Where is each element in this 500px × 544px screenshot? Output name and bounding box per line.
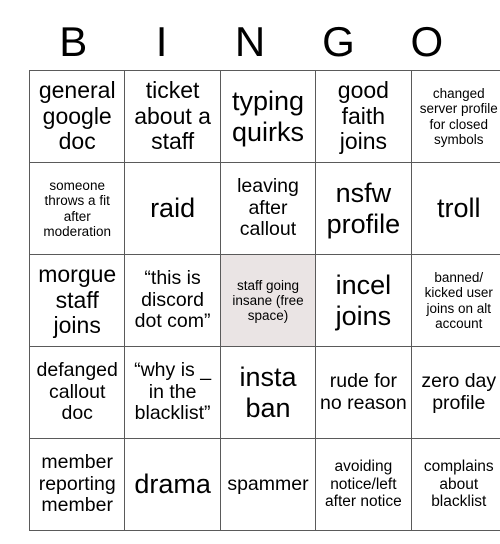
bingo-cell[interactable]: member reporting member — [28, 438, 126, 531]
bingo-cell[interactable]: complains about blacklist — [410, 438, 500, 531]
bingo-row: general google doc ticket about a staff … — [28, 70, 500, 163]
bingo-cell[interactable]: spammer — [219, 438, 317, 531]
bingo-cell-label: changed server profile for closed symbol… — [419, 86, 498, 147]
bingo-cell-label: someone throws a fit after moderation — [43, 178, 111, 239]
bingo-cell-label: staff going insane (free space) — [232, 277, 304, 324]
bingo-cell-label: drama — [134, 469, 211, 500]
bingo-row: morgue staff joins “this is discord dot … — [28, 254, 500, 347]
bingo-cell[interactable]: general google doc — [28, 70, 126, 163]
bingo-cell[interactable]: rude for no reason — [315, 346, 412, 439]
bingo-cell[interactable]: zero day profile — [410, 346, 500, 439]
bingo-cell[interactable]: changed server profile for closed symbol… — [410, 70, 500, 163]
bingo-cell[interactable]: nsfw profile — [315, 162, 412, 255]
bingo-cell-label: insta ban — [239, 362, 297, 423]
bingo-cell[interactable]: banned/ kicked user joins on alt account — [410, 254, 500, 347]
bingo-cell[interactable]: incel joins — [315, 254, 412, 347]
bingo-cell[interactable]: avoiding notice/left after notice — [315, 438, 412, 531]
bingo-cell-label: incel joins — [335, 270, 392, 331]
bingo-cell-label: spammer — [227, 472, 309, 495]
bingo-cell-label: member reporting member — [38, 450, 116, 517]
bingo-grid: general google doc ticket about a staff … — [28, 70, 500, 531]
bingo-cell-label: banned/ kicked user joins on alt account — [424, 270, 493, 331]
bingo-cell-label: rude for no reason — [320, 369, 407, 414]
bingo-cell-label: ticket about a staff — [134, 76, 211, 155]
bingo-cell[interactable]: morgue staff joins — [28, 254, 126, 347]
bingo-cell-label: good faith joins — [337, 76, 389, 155]
header-letter-i: I — [155, 18, 168, 65]
header-letter-o: O — [410, 18, 444, 65]
bingo-cell-label: morgue staff joins — [38, 260, 117, 339]
bingo-cell-label: avoiding notice/left after notice — [325, 458, 402, 511]
bingo-cell[interactable]: good faith joins — [315, 70, 412, 163]
bingo-cell-label: leaving after callout — [237, 174, 299, 241]
bingo-cell[interactable]: “this is discord dot com” — [124, 254, 221, 347]
bingo-cell[interactable]: insta ban — [219, 346, 317, 439]
bingo-cell-label: zero day profile — [421, 369, 497, 414]
bingo-cell[interactable]: troll — [410, 162, 500, 255]
bingo-cell-label: raid — [150, 193, 196, 224]
bingo-cell-label: general google doc — [38, 76, 116, 155]
header-letter-b: B — [59, 18, 88, 65]
bingo-row: someone throws a fit after moderation ra… — [28, 162, 500, 255]
bingo-cell-label: troll — [437, 193, 481, 224]
bingo-cell-label: defanged callout doc — [36, 358, 118, 425]
bingo-row: defanged callout doc “why is _ in the bl… — [28, 346, 500, 439]
bingo-header: B I N G O — [29, 14, 471, 70]
bingo-cell-label: typing quirks — [231, 86, 304, 147]
bingo-cell-label: nsfw profile — [326, 178, 401, 239]
bingo-cell[interactable]: raid — [124, 162, 221, 255]
bingo-cell-label: complains about blacklist — [423, 458, 494, 511]
header-letter-n: N — [234, 18, 266, 65]
bingo-cell[interactable]: drama — [124, 438, 221, 531]
bingo-card: B I N G O general google doc ticket abou… — [28, 14, 500, 531]
bingo-cell[interactable]: typing quirks — [219, 70, 317, 163]
bingo-row: member reporting member drama spammer av… — [28, 438, 500, 531]
bingo-cell[interactable]: defanged callout doc — [28, 346, 126, 439]
bingo-cell-label: “this is discord dot com” — [134, 266, 211, 333]
bingo-cell-free-space[interactable]: staff going insane (free space) — [219, 254, 317, 347]
header-letter-g: G — [322, 18, 355, 65]
bingo-cell[interactable]: ticket about a staff — [124, 70, 221, 163]
bingo-cell-label: “why is _ in the blacklist” — [134, 358, 212, 425]
bingo-cell[interactable]: leaving after callout — [219, 162, 317, 255]
bingo-cell[interactable]: someone throws a fit after moderation — [28, 162, 126, 255]
bingo-cell[interactable]: “why is _ in the blacklist” — [124, 346, 221, 439]
